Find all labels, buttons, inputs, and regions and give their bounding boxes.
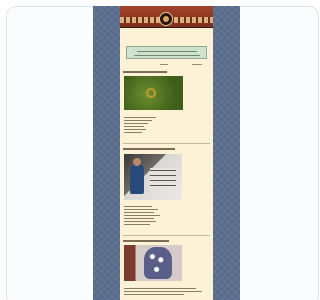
caption-line — [124, 206, 152, 207]
caption-line — [124, 123, 148, 124]
caption-line — [124, 209, 158, 210]
section-heading — [123, 240, 169, 242]
section-divider — [123, 143, 210, 144]
site-banner[interactable] — [120, 6, 213, 28]
notice-box — [126, 46, 207, 59]
caption-line — [124, 126, 144, 127]
caption-line — [124, 215, 160, 216]
content-column — [120, 6, 213, 300]
person-head — [133, 158, 141, 166]
caption-line — [124, 212, 154, 213]
notice-line — [134, 55, 200, 56]
section-photo[interactable] — [124, 154, 182, 200]
pager[interactable] — [120, 64, 213, 67]
caption-line — [124, 224, 150, 225]
caption-line — [124, 291, 202, 292]
webpage-screenshot[interactable] — [93, 6, 240, 300]
section-divider — [123, 235, 210, 236]
notice-line — [137, 51, 197, 52]
artwork — [150, 168, 176, 190]
section-photo[interactable] — [124, 245, 182, 281]
caption-line — [124, 288, 196, 289]
caption-line — [124, 120, 152, 121]
section-heading — [123, 148, 175, 150]
section-photo[interactable] — [124, 76, 183, 110]
section-heading — [123, 71, 167, 73]
caption-line — [124, 132, 142, 133]
person-figure — [130, 164, 144, 194]
vase-object — [144, 247, 172, 279]
caption-line — [124, 129, 146, 130]
caption-line — [124, 221, 156, 222]
caption-line — [124, 218, 154, 219]
caption-line — [124, 117, 156, 118]
caption-line — [124, 294, 184, 295]
pager-link[interactable] — [160, 64, 168, 65]
ring-object — [146, 88, 156, 98]
circle-emblem-icon — [159, 12, 173, 26]
pager-link[interactable] — [192, 64, 202, 65]
